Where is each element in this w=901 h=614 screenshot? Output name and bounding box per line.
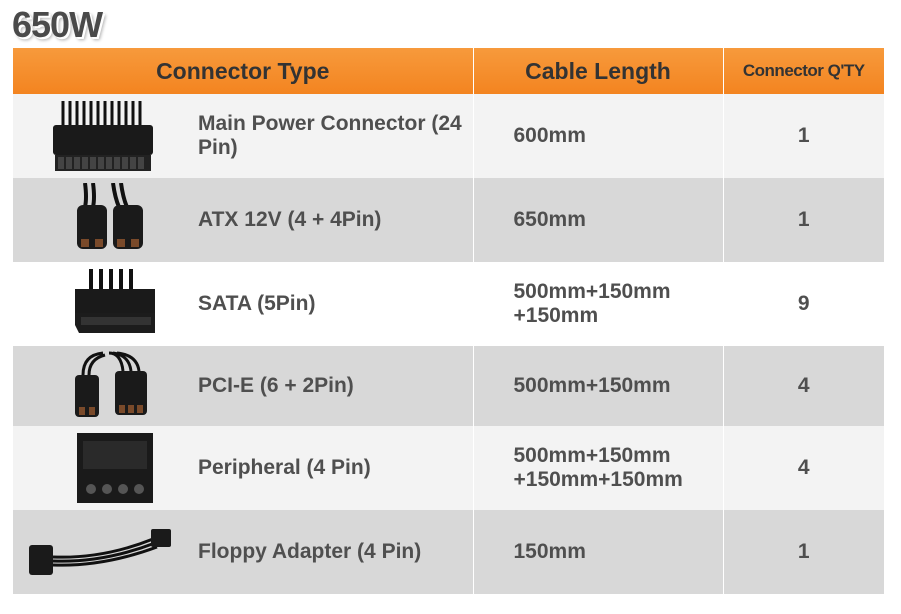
connector-name: ATX 12V (4 + 4Pin) <box>198 208 382 231</box>
atx-24pin-connector-image <box>53 101 153 171</box>
cable-length: 500mm+150mm +150mm <box>473 262 724 346</box>
table-row: Peripheral (4 Pin) 500mm+150mm +150mm+15… <box>13 426 884 510</box>
molex-peripheral-connector-image <box>77 433 153 503</box>
connector-name: Peripheral (4 Pin) <box>198 456 371 479</box>
table-row: Floppy Adapter (4 Pin) 150mm 1 <box>13 510 884 594</box>
header-cable-length: Cable Length <box>473 48 724 94</box>
connector-name: Floppy Adapter (4 Pin) <box>198 540 422 563</box>
connector-qty: 9 <box>723 262 884 346</box>
table-row: SATA (5Pin) 500mm+150mm +150mm 9 <box>13 262 884 346</box>
connector-name: Main Power Connector (24 Pin) <box>198 112 462 159</box>
table-header-row: Connector Type Cable Length Connector Q'… <box>13 48 884 94</box>
table-row: ATX 12V (4 + 4Pin) 650mm 1 <box>13 178 884 262</box>
connector-qty: 4 <box>723 426 884 510</box>
connector-qty: 1 <box>723 178 884 262</box>
cable-length: 500mm+150mm <box>473 346 724 426</box>
header-connector-qty: Connector Q'TY <box>723 48 884 94</box>
page-title: 650W <box>12 4 103 45</box>
cable-length: 150mm <box>473 510 724 594</box>
cable-length: 650mm <box>473 178 724 262</box>
cable-length: 600mm <box>473 94 724 178</box>
cable-length: 500mm+150mm +150mm+150mm <box>473 426 724 510</box>
sata-connector-image <box>75 269 155 333</box>
connector-qty: 1 <box>723 510 884 594</box>
connector-name: PCI-E (6 + 2Pin) <box>198 374 354 397</box>
floppy-adapter-cable-image <box>29 529 171 575</box>
connector-qty: 4 <box>723 346 884 426</box>
connector-spec-table: Connector Type Cable Length Connector Q'… <box>13 48 884 594</box>
pcie-6plus2-connector-image <box>75 351 147 417</box>
connector-cell: PCI-E (6 + 2Pin) <box>13 346 474 426</box>
connector-cell: SATA (5Pin) <box>13 262 474 346</box>
connector-name: SATA (5Pin) <box>198 292 316 315</box>
atx-12v-4plus4-connector-image <box>77 183 143 249</box>
connector-cell: Peripheral (4 Pin) <box>13 426 474 510</box>
table-row: Main Power Connector (24 Pin) 600mm 1 <box>13 94 884 178</box>
table-row: PCI-E (6 + 2Pin) 500mm+150mm 4 <box>13 346 884 426</box>
connector-cell: Main Power Connector (24 Pin) <box>13 94 474 178</box>
header-connector-type: Connector Type <box>13 48 474 94</box>
connector-cell: ATX 12V (4 + 4Pin) <box>13 178 474 262</box>
connector-qty: 1 <box>723 94 884 178</box>
connector-cell: Floppy Adapter (4 Pin) <box>13 510 474 594</box>
